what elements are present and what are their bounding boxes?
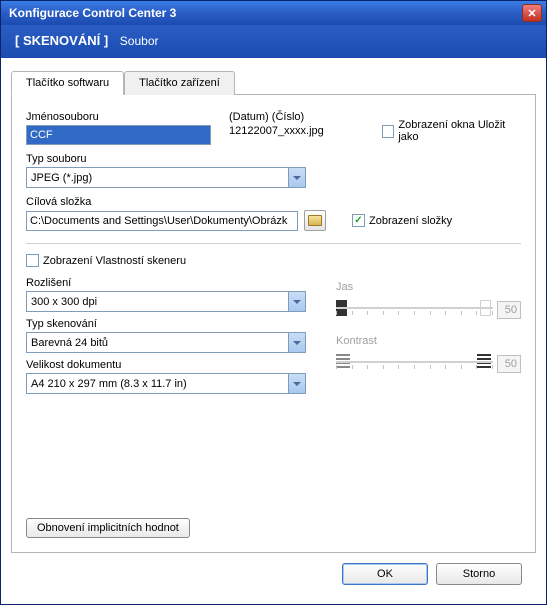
scanner-props-checkbox[interactable]: Zobrazení Vlastností skeneru xyxy=(26,254,186,267)
contrast-slider[interactable]: 50 xyxy=(336,351,521,375)
chevron-down-icon xyxy=(288,374,305,393)
sub-header: [ SKENOVÁNÍ ] Soubor xyxy=(1,25,546,58)
chevron-down-icon xyxy=(288,333,305,352)
chevron-down-icon xyxy=(288,292,305,311)
slider-ticks xyxy=(336,365,493,371)
show-saveas-label: Zobrazení okna Uložit jako xyxy=(398,119,521,143)
tab-software-button[interactable]: Tlačítko softwaru xyxy=(11,71,124,95)
filename-value: CCF xyxy=(30,129,53,141)
filetype-value: JPEG (*.jpg) xyxy=(31,172,92,184)
subheader-page: Soubor xyxy=(120,34,159,48)
slider-track-line xyxy=(336,307,493,309)
show-folder-checkbox[interactable]: ✓ Zobrazení složky xyxy=(352,214,452,227)
docsize-label: Velikost dokumentu xyxy=(26,359,306,371)
contrast-label: Kontrast xyxy=(336,335,377,347)
filetype-label: Typ souboru xyxy=(26,153,521,165)
checkbox-icon: ✓ xyxy=(352,214,365,227)
brightness-label: Jas xyxy=(336,281,353,293)
cancel-button[interactable]: Storno xyxy=(436,563,522,585)
show-folder-label: Zobrazení složky xyxy=(369,215,452,227)
close-button[interactable]: ✕ xyxy=(522,4,542,22)
restore-defaults-button[interactable]: Obnovení implicitních hodnot xyxy=(26,518,190,538)
ok-button[interactable]: OK xyxy=(342,563,428,585)
window-title: Konfigurace Control Center 3 xyxy=(9,6,522,20)
tab-device-button[interactable]: Tlačítko zařízení xyxy=(124,71,235,95)
tab-strip: Tlačítko softwaru Tlačítko zařízení xyxy=(11,70,536,95)
divider xyxy=(26,243,521,244)
docsize-value: A4 210 x 297 mm (8.3 x 11.7 in) xyxy=(31,378,187,390)
contrast-value: 50 xyxy=(497,355,521,373)
filetype-dropdown[interactable]: JPEG (*.jpg) xyxy=(26,167,306,188)
title-bar: Konfigurace Control Center 3 ✕ xyxy=(1,1,546,25)
browse-folder-button[interactable] xyxy=(304,210,326,231)
scanner-props-label: Zobrazení Vlastností skeneru xyxy=(43,255,186,267)
scantype-dropdown[interactable]: Barevná 24 bitů xyxy=(26,332,306,353)
resolution-label: Rozlišení xyxy=(26,277,306,289)
resolution-value: 300 x 300 dpi xyxy=(31,296,97,308)
filename-input[interactable]: CCF xyxy=(26,125,211,145)
close-icon: ✕ xyxy=(527,7,536,20)
checkbox-icon xyxy=(382,125,394,138)
targetfolder-input[interactable] xyxy=(26,211,298,231)
resolution-dropdown[interactable]: 300 x 300 dpi xyxy=(26,291,306,312)
filename-label: Jménosouboru xyxy=(26,111,211,123)
checkbox-icon xyxy=(26,254,39,267)
settings-panel: Jménosouboru CCF (Datum) (Číslo) 1212200… xyxy=(11,95,536,553)
brightness-slider[interactable]: 50 xyxy=(336,297,521,321)
docsize-dropdown[interactable]: A4 210 x 297 mm (8.3 x 11.7 in) xyxy=(26,373,306,394)
folder-icon xyxy=(308,215,322,226)
scantype-value: Barevná 24 bitů xyxy=(31,337,108,349)
dialog-footer: OK Storno xyxy=(11,553,536,597)
show-saveas-checkbox[interactable]: Zobrazení okna Uložit jako xyxy=(382,119,521,143)
slider-ticks xyxy=(336,311,493,317)
pattern-label: (Datum) (Číslo) xyxy=(229,111,364,123)
chevron-down-icon xyxy=(288,168,305,187)
pattern-value: 12122007_xxxx.jpg xyxy=(229,125,324,137)
scantype-label: Typ skenování xyxy=(26,318,306,330)
subheader-section: [ SKENOVÁNÍ ] xyxy=(15,33,108,48)
targetfolder-label: Cílová složka xyxy=(26,196,521,208)
slider-track-line xyxy=(336,361,493,363)
brightness-value: 50 xyxy=(497,301,521,319)
